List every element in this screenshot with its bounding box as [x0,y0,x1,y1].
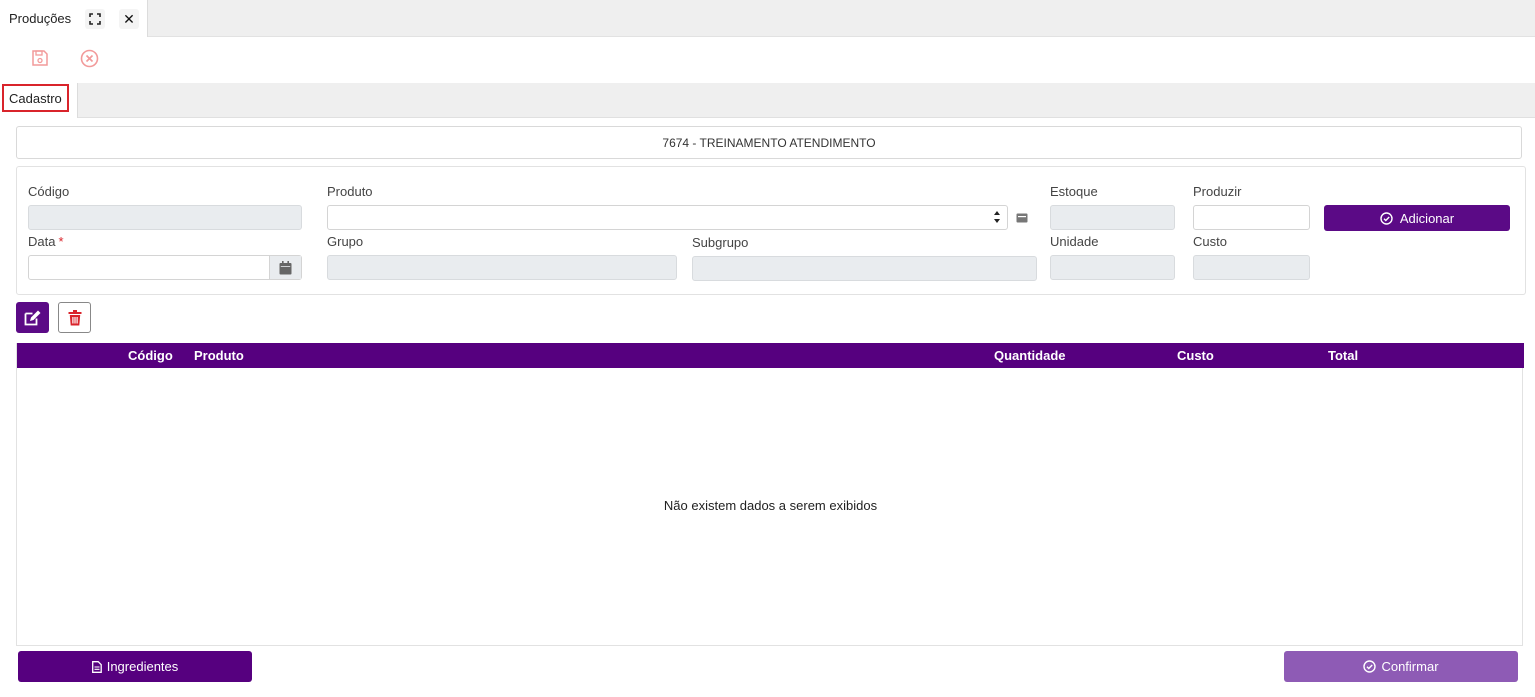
codigo-field [28,205,302,230]
column-header-quantidade[interactable]: Quantidade [994,348,1066,363]
column-header-produto[interactable]: Produto [194,348,244,363]
unidade-label: Unidade [1050,234,1099,249]
record-title: 7674 - TREINAMENTO ATENDIMENTO [16,126,1522,159]
edit-row-button[interactable] [16,302,49,333]
estoque-label: Estoque [1050,184,1098,199]
add-button[interactable]: Adicionar [1324,205,1510,231]
produto-label: Produto [327,184,373,199]
document-tab-title: Produções [9,11,72,26]
section-tab-strip: Cadastro [0,83,1535,118]
column-header-custo[interactable]: Custo [1177,348,1214,363]
custo-label: Custo [1193,234,1227,249]
table-header: Código Produto Quantidade Custo Total [17,343,1524,368]
edit-icon [24,310,41,325]
grupo-label: Grupo [327,234,364,249]
items-table: Código Produto Quantidade Custo Total Nã… [16,343,1524,646]
confirm-button[interactable]: Confirmar [1284,651,1518,682]
data-label: Data * [28,234,64,249]
produzir-label: Produzir [1193,184,1242,199]
check-circle-icon [1380,211,1393,225]
select-arrows-icon [993,210,1001,224]
product-lookup-icon[interactable] [1015,211,1029,225]
grupo-field [327,255,677,280]
required-mark: * [58,234,64,249]
produzir-input[interactable] [1193,205,1310,230]
document-tab-producoes[interactable]: Produções ✕ [0,0,148,37]
delete-row-button[interactable] [58,302,91,333]
column-header-total[interactable]: Total [1328,348,1358,363]
estoque-field [1050,205,1175,230]
subgrupo-label: Subgrupo [692,235,749,250]
ingredients-button-label: Ingredientes [106,659,179,674]
toolbar [0,37,1535,83]
calendar-button[interactable] [269,256,301,279]
document-tab-strip: Produções ✕ [0,0,1535,37]
data-label-text: Data [28,234,56,249]
cancel-button[interactable] [78,47,100,69]
unidade-field [1050,255,1175,280]
calendar-icon [279,260,292,274]
subgrupo-field [692,256,1037,281]
produto-select[interactable] [327,205,1008,230]
confirm-button-label: Confirmar [1381,659,1439,674]
tab-cadastro[interactable]: Cadastro [2,84,69,112]
expand-icon[interactable] [85,9,105,29]
document-icon [91,660,102,673]
add-button-label: Adicionar [1399,210,1455,226]
trash-icon [68,309,81,325]
column-header-codigo[interactable]: Código [128,348,173,363]
save-button[interactable] [29,47,51,69]
check-circle-icon [1363,660,1377,673]
close-icon[interactable]: ✕ [119,9,139,29]
empty-table-message: Não existem dados a serem exibidos [663,498,878,513]
data-date-input[interactable] [28,255,302,280]
custo-field [1193,255,1310,280]
save-icon [32,50,48,66]
cancel-icon [80,49,98,67]
production-form: Código Produto Estoque Produzir Adiciona… [16,166,1526,295]
ingredients-button[interactable]: Ingredientes [18,651,252,682]
codigo-label: Código [28,184,70,199]
